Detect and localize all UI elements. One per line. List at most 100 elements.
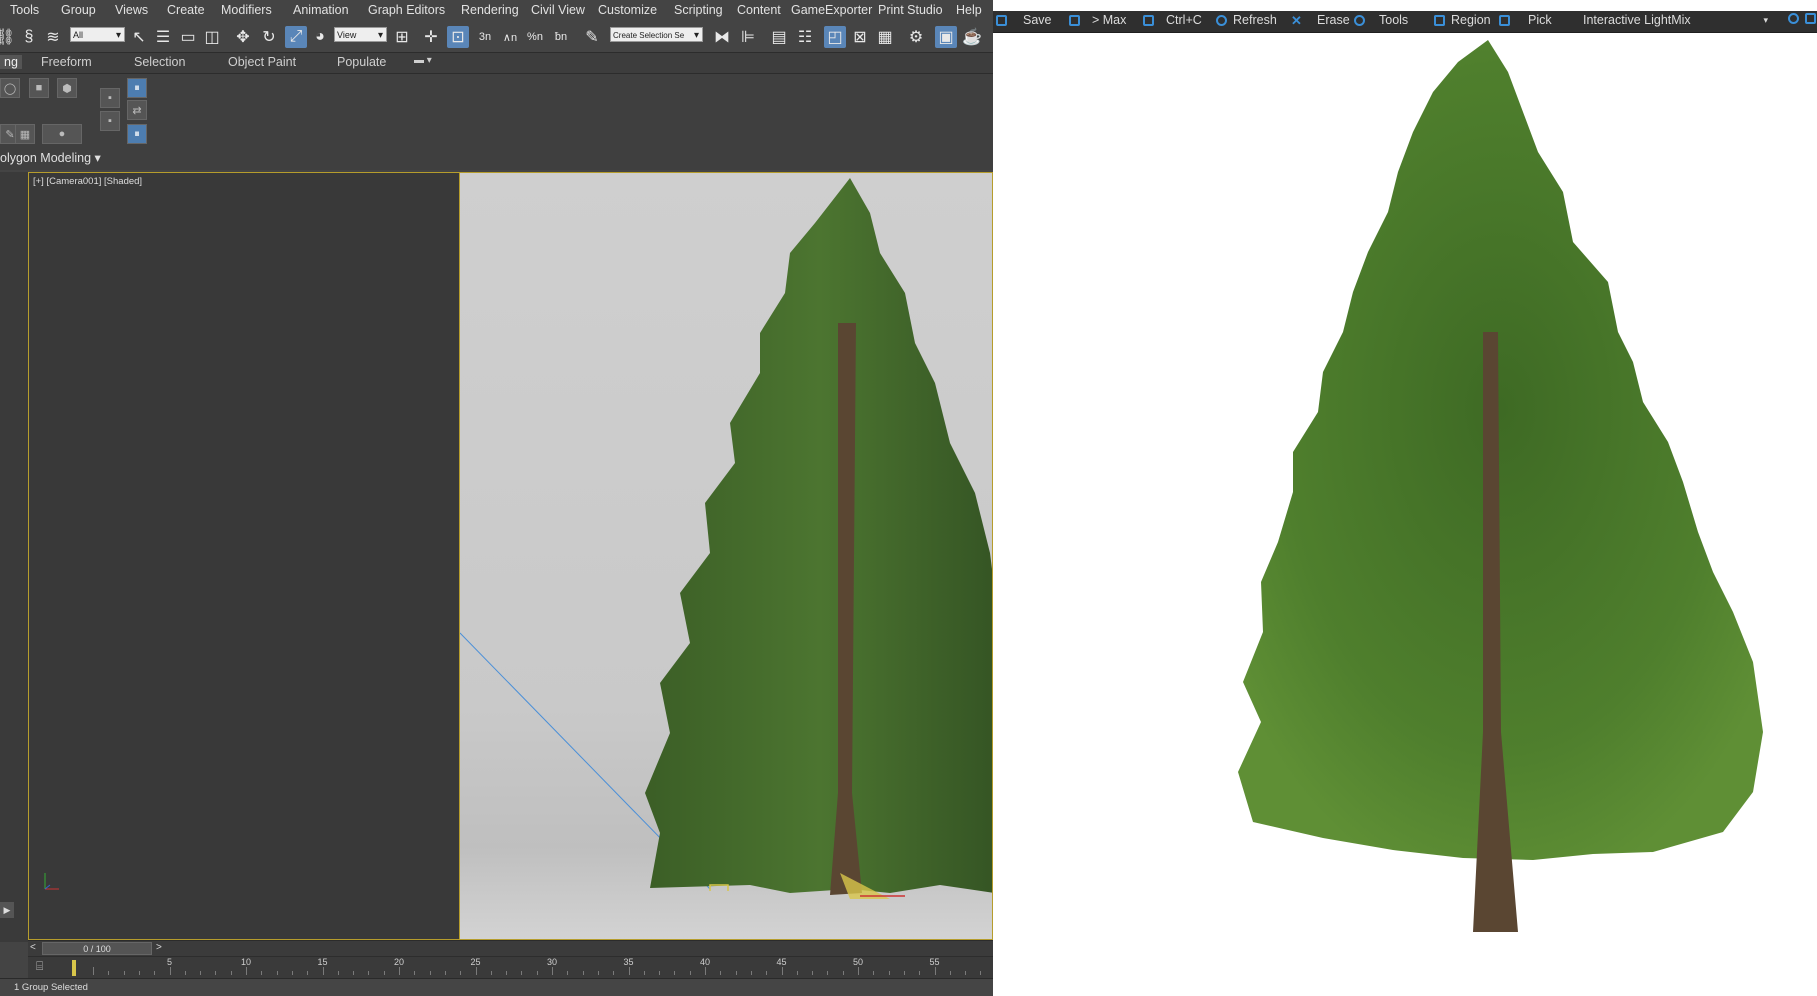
layer-icon[interactable]: ▤: [768, 26, 790, 48]
ruler-tick: [169, 967, 171, 975]
time-slider[interactable]: 0 / 100: [42, 942, 152, 955]
material-editor-icon[interactable]: ▦: [874, 26, 896, 48]
select-link-icon[interactable]: ⛓: [0, 26, 16, 48]
ruler-tick: [322, 967, 324, 975]
ribbon-polygon-modeling-dropdown[interactable]: olygon Modeling ▾: [0, 150, 101, 170]
select-by-name-icon[interactable]: ☰: [152, 26, 174, 48]
play-icon[interactable]: ▶: [0, 902, 14, 918]
vfb-erase-button[interactable]: ✕ Erase: [1291, 13, 1350, 27]
scene-explorer-icon[interactable]: ☷: [794, 26, 816, 48]
ribbon-sphere-icon[interactable]: ◯: [0, 78, 20, 98]
place-icon[interactable]: ◕: [309, 26, 331, 48]
menu-print-studio[interactable]: Print Studio: [878, 3, 943, 17]
ruler-number: 20: [393, 957, 405, 967]
angle-snap-icon[interactable]: ∧n: [499, 26, 521, 48]
track-bar[interactable]: ⌸ 5 10 15 20 25 30 35 40 45 50 55: [28, 956, 993, 979]
ruler-tick: [903, 971, 905, 975]
menu-modifiers[interactable]: Modifiers: [221, 3, 272, 17]
scale-icon[interactable]: ⤢: [285, 26, 307, 48]
select-object-icon[interactable]: ↖: [128, 26, 150, 48]
menu-create[interactable]: Create: [167, 3, 205, 17]
vfb-refresh-button[interactable]: Refresh: [1216, 13, 1277, 27]
percent-snap-icon[interactable]: %n: [524, 26, 546, 48]
schematic-view-icon[interactable]: ⊠: [849, 26, 871, 48]
ruler-tick: [934, 967, 936, 975]
snap-toggle-icon[interactable]: 3n: [474, 26, 496, 48]
menu-civil-view[interactable]: Civil View: [531, 3, 585, 17]
ruler-tick: [460, 971, 462, 975]
ribbon-disc-icon[interactable]: ●: [42, 124, 82, 144]
window-crossing-icon[interactable]: ◫: [201, 26, 223, 48]
ribbon-expand-icon[interactable]: ▪: [100, 111, 120, 131]
edit-named-selection-icon[interactable]: ✎: [581, 26, 603, 48]
menu-customize[interactable]: Customize: [598, 3, 657, 17]
vfb-to-max-button[interactable]: > Max: [1069, 13, 1126, 27]
gear-icon: [1354, 14, 1365, 26]
vfb-copy-button[interactable]: Ctrl+C: [1143, 13, 1202, 27]
viewport-label[interactable]: [+] [Camera001] [Shaded]: [33, 176, 142, 187]
pivot-icon[interactable]: ⊞: [391, 26, 413, 48]
spinner-snap-icon[interactable]: ƀn: [550, 26, 572, 48]
menu-content[interactable]: Content: [737, 3, 781, 17]
menu-tools[interactable]: Tools: [10, 3, 39, 17]
selection-set-dropdown[interactable]: Create Selection Se: [610, 27, 703, 43]
vfb-region-label: Region: [1451, 13, 1491, 27]
ribbon-options-icon[interactable]: ▬ ▾: [414, 55, 432, 66]
rotate-icon[interactable]: ↻: [258, 26, 280, 48]
bind-space-warp-icon[interactable]: ≋: [42, 26, 64, 48]
tab-populate[interactable]: Populate: [337, 55, 386, 69]
ruler-tick: [521, 971, 523, 975]
menu-bar: Tools Group Views Create Modifiers Anima…: [0, 0, 993, 23]
ruler-number: 35: [623, 957, 634, 967]
camera-viewport[interactable]: [+] [Camera001] [Shaded]: [28, 172, 993, 940]
align-icon[interactable]: ⊫: [737, 26, 759, 48]
timeline[interactable]: < 0 / 100 >: [28, 940, 993, 957]
ref-coord-dropdown[interactable]: View: [334, 27, 387, 43]
render-setup-icon[interactable]: ⚙: [905, 26, 927, 48]
menu-graph-editors[interactable]: Graph Editors: [368, 3, 445, 17]
menu-views[interactable]: Views: [115, 3, 148, 17]
vfb-save-label: Save: [1023, 13, 1052, 27]
vfb-save-button[interactable]: Save: [996, 13, 1052, 27]
ribbon-box-icon[interactable]: ■: [29, 78, 49, 98]
ribbon-stack-icon[interactable]: ⏸: [127, 124, 147, 144]
prev-frame-icon[interactable]: <: [30, 942, 36, 953]
main-toolbar: ⛓ § ≋ All ↖ ☰ ▭ ◫ ✥ ↻ ⤢ ◕ View ⊞ ✛ ⊡ 3n …: [0, 22, 993, 53]
menu-scripting[interactable]: Scripting: [674, 3, 723, 17]
ruler-tick: [552, 967, 553, 975]
ribbon-collapse-icon[interactable]: ▪: [100, 88, 120, 108]
vfb-zoom-button[interactable]: [1788, 13, 1816, 24]
vfb-pick-button[interactable]: Pick: [1499, 13, 1552, 27]
menu-gameexporter[interactable]: GameExporter: [791, 3, 872, 17]
menu-group[interactable]: Group: [61, 3, 96, 17]
ribbon-arrows-icon[interactable]: ⇄: [127, 100, 147, 120]
unlink-icon[interactable]: §: [18, 26, 40, 48]
tab-object-paint[interactable]: Object Paint: [228, 55, 296, 69]
vfb-tools-button[interactable]: Tools: [1354, 13, 1408, 27]
menu-rendering[interactable]: Rendering: [461, 3, 519, 17]
menu-animation[interactable]: Animation: [293, 3, 349, 17]
menu-help[interactable]: Help: [956, 3, 982, 17]
tab-modeling[interactable]: ng: [0, 55, 22, 69]
ribbon-geo-icon[interactable]: ⬢: [57, 78, 77, 98]
next-frame-icon[interactable]: >: [156, 942, 162, 953]
region-icon: [1434, 14, 1445, 26]
ruler-tick: [123, 971, 125, 975]
select-manipulate-icon[interactable]: ✛: [420, 26, 442, 48]
ribbon-pin-icon[interactable]: ⏸: [127, 78, 147, 98]
vfb-region-button[interactable]: Region: [1434, 13, 1491, 27]
lightmix-dropdown[interactable]: Interactive LightMix ▾: [1583, 13, 1768, 27]
tab-freeform[interactable]: Freeform: [41, 55, 92, 69]
lightmix-label: Interactive LightMix: [1583, 13, 1691, 27]
render-icon[interactable]: ☕: [961, 26, 983, 48]
curve-editor-icon[interactable]: ◰: [824, 26, 846, 48]
rect-region-icon[interactable]: ▭: [177, 26, 199, 48]
ruler-tick: [490, 971, 492, 975]
selection-filter-dropdown[interactable]: All: [70, 27, 125, 43]
mirror-icon[interactable]: ⧓: [711, 26, 733, 48]
ribbon-grid-icon[interactable]: ▦: [15, 124, 35, 144]
tab-selection[interactable]: Selection: [134, 55, 185, 69]
render-frame-icon[interactable]: ▣: [935, 26, 957, 48]
move-icon[interactable]: ✥: [232, 26, 254, 48]
keyboard-shortcut-icon[interactable]: ⊡: [447, 26, 469, 48]
